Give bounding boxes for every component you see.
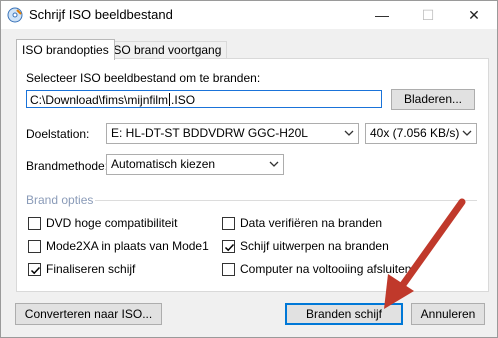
- file-label: Selecteer ISO beeldbestand om te branden…: [26, 71, 261, 85]
- close-button[interactable]: ✕: [451, 1, 497, 29]
- drive-label: Doelstation:: [26, 127, 90, 141]
- checkbox-finalize[interactable]: [28, 263, 41, 276]
- tab-iso-brand-voortgang[interactable]: ISO brand voortgang: [104, 41, 228, 59]
- checkbox-eject-disc[interactable]: [222, 240, 235, 253]
- speed-select[interactable]: 40x (7.056 KB/s): [365, 123, 477, 144]
- option-label: Computer na voltooiing afsluiten: [240, 262, 412, 276]
- chevron-down-icon: [343, 124, 355, 143]
- iso-path-text: C:\Download\fims\mijnfilm: [30, 93, 169, 107]
- text-caret: [169, 93, 171, 106]
- drive-select[interactable]: E: HL-DT-ST BDDVDRW GGC-H20L: [106, 123, 359, 144]
- options-divider: [95, 200, 477, 201]
- minimize-button[interactable]: —: [359, 1, 405, 29]
- checkbox-dvd-compat[interactable]: [28, 217, 41, 230]
- burn-disc-button[interactable]: Branden schijf: [285, 303, 403, 325]
- option-label: Schijf uitwerpen na branden: [240, 239, 389, 253]
- burn-method-select[interactable]: Automatisch kiezen: [106, 154, 284, 175]
- tab-panel: Selecteer ISO beeldbestand om te branden…: [16, 58, 489, 292]
- cancel-button[interactable]: Annuleren: [411, 303, 485, 325]
- option-label: Data verifiëren na branden: [240, 216, 383, 230]
- option-label: DVD hoge compatibiliteit: [46, 216, 178, 230]
- iso-path-extension: .ISO: [171, 93, 196, 107]
- checkbox-mode2xa[interactable]: [28, 240, 41, 253]
- tab-iso-brandopties[interactable]: ISO brandopties: [16, 39, 115, 60]
- maximize-button[interactable]: ☐: [405, 1, 451, 29]
- dialog-window: Schrijf ISO beeldbestand — ☐ ✕ ISO brand…: [0, 0, 498, 338]
- browse-button[interactable]: Bladeren...: [391, 89, 475, 110]
- option-label: Finaliseren schijf: [46, 262, 136, 276]
- burn-method-label: Brandmethode:: [26, 159, 109, 173]
- checkbox-shutdown[interactable]: [222, 263, 235, 276]
- checkmark-icon: [30, 266, 41, 275]
- option-label: Mode2XA in plaats van Mode1: [46, 239, 209, 253]
- convert-to-iso-button[interactable]: Converteren naar ISO...: [15, 303, 162, 325]
- burn-method-value: Automatisch kiezen: [111, 157, 216, 171]
- drive-select-value: E: HL-DT-ST BDDVDRW GGC-H20L: [111, 126, 308, 140]
- chevron-down-icon: [268, 155, 280, 174]
- disc-burn-icon: [7, 7, 23, 23]
- chevron-down-icon: [461, 124, 473, 143]
- title-bar: Schrijf ISO beeldbestand — ☐ ✕: [1, 1, 497, 29]
- iso-path-input[interactable]: C:\Download\fims\mijnfilm .ISO: [26, 90, 382, 108]
- checkbox-verify-data[interactable]: [222, 217, 235, 230]
- options-group-label: Brand opties: [26, 193, 94, 207]
- speed-select-value: 40x (7.056 KB/s): [370, 126, 460, 140]
- checkmark-icon: [224, 243, 235, 252]
- window-title: Schrijf ISO beeldbestand: [29, 7, 173, 22]
